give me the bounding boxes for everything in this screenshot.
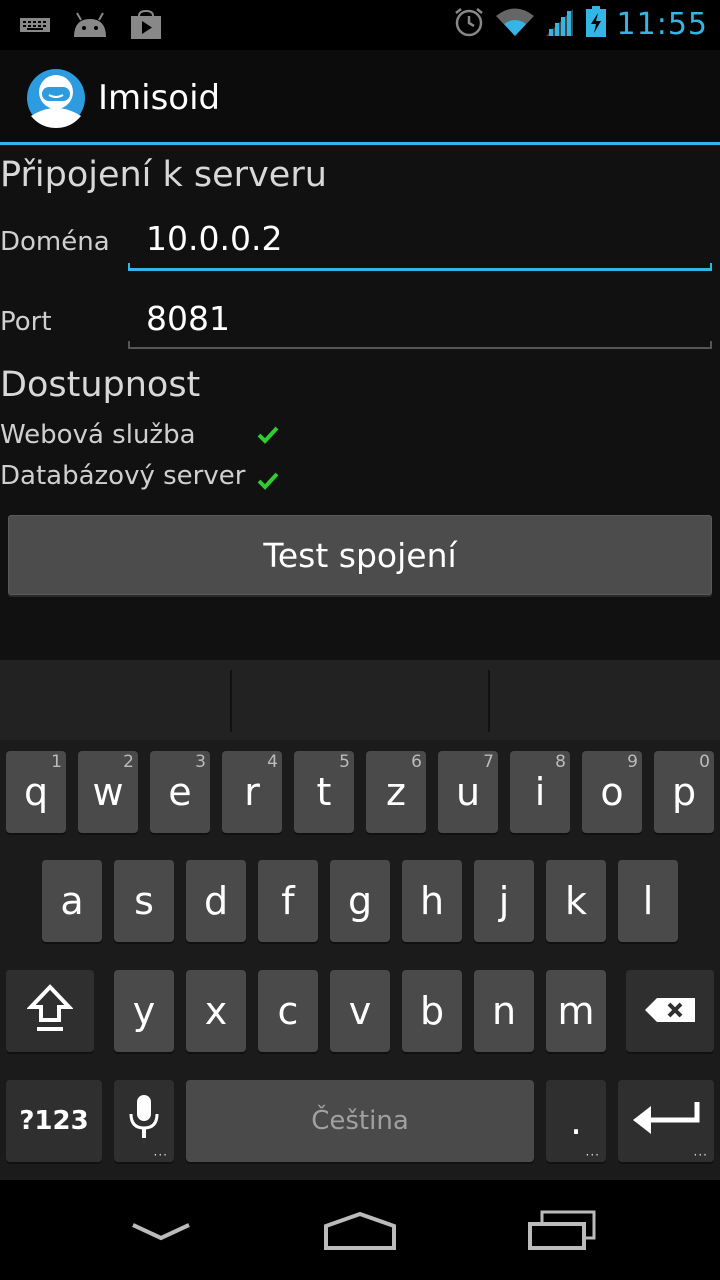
key-b[interactable]: b	[402, 970, 462, 1052]
more-options-icon: ···	[585, 1148, 600, 1162]
space-key-label: Čeština	[311, 1106, 409, 1136]
key-s[interactable]: s	[114, 860, 174, 942]
key-i[interactable]: i8	[510, 751, 570, 833]
microphone-icon	[128, 1094, 160, 1149]
key-t[interactable]: t5	[294, 751, 354, 833]
back-down-icon[interactable]	[130, 1220, 192, 1248]
key-label: q	[23, 770, 49, 814]
key-u[interactable]: u7	[438, 751, 498, 833]
suggestion-divider	[230, 670, 232, 732]
backspace-key[interactable]	[626, 970, 714, 1052]
play-store-icon	[130, 9, 162, 44]
key-e[interactable]: e3	[150, 751, 210, 833]
wifi-icon	[495, 7, 535, 41]
space-key[interactable]: Čeština	[186, 1080, 534, 1162]
key-hint: 3	[195, 752, 206, 772]
key-hint: 4	[267, 752, 278, 772]
test-connection-button[interactable]: Test spojení	[8, 515, 712, 595]
key-r[interactable]: r4	[222, 751, 282, 833]
key-hint: 5	[339, 752, 350, 772]
key-label: e	[168, 770, 192, 814]
key-hint: 9	[627, 752, 638, 772]
database-server-label: Databázový server	[0, 461, 246, 491]
key-w[interactable]: w2	[78, 751, 138, 833]
keyboard-icon	[20, 16, 50, 38]
domain-label: Doména	[0, 227, 110, 257]
user-avatar-icon[interactable]	[26, 68, 86, 128]
key-z[interactable]: z6	[366, 751, 426, 833]
key-hint: 2	[123, 752, 134, 772]
key-label: o	[600, 770, 624, 814]
key-hint: 1	[51, 752, 62, 772]
key-j[interactable]: j	[474, 860, 534, 942]
recent-apps-icon[interactable]	[526, 1208, 598, 1256]
more-options-icon: ···	[693, 1148, 708, 1162]
key-l[interactable]: l	[618, 860, 678, 942]
check-icon	[256, 469, 280, 493]
enter-key[interactable]: ···	[618, 1080, 714, 1162]
key-label: t	[316, 770, 332, 814]
navigation-bar	[0, 1180, 720, 1280]
backspace-icon	[643, 989, 697, 1033]
key-k[interactable]: k	[546, 860, 606, 942]
key-g[interactable]: g	[330, 860, 390, 942]
key-h[interactable]: h	[402, 860, 462, 942]
key-label: i	[534, 770, 546, 814]
web-service-label: Webová služba	[0, 420, 196, 450]
key-label: w	[92, 770, 124, 814]
suggestion-divider	[488, 670, 490, 732]
key-p[interactable]: p0	[654, 751, 714, 833]
key-hint: 7	[483, 752, 494, 772]
domain-field[interactable]: 10.0.0.2	[146, 219, 282, 258]
signal-icon	[545, 7, 575, 41]
key-d[interactable]: d	[186, 860, 246, 942]
key-c[interactable]: c	[258, 970, 318, 1052]
domain-field-underline	[128, 263, 712, 271]
key-y[interactable]: y	[114, 970, 174, 1052]
key-m[interactable]: m	[546, 970, 606, 1052]
period-key[interactable]: . ···	[546, 1080, 606, 1162]
home-icon[interactable]	[322, 1210, 398, 1254]
enter-icon	[631, 1099, 701, 1143]
settings-content: Připojení k serveru Doména 10.0.0.2 Port…	[0, 145, 720, 660]
key-n[interactable]: n	[474, 970, 534, 1052]
key-hint: 6	[411, 752, 422, 772]
symbols-key[interactable]: ?123	[6, 1080, 102, 1162]
app-title: Imisoid	[98, 78, 221, 118]
port-label: Port	[0, 307, 52, 337]
key-hint: 8	[555, 752, 566, 772]
key-label: u	[455, 770, 481, 814]
key-q[interactable]: q1	[6, 751, 66, 833]
period-key-label: .	[569, 1099, 583, 1143]
key-label: z	[386, 770, 406, 814]
voice-input-key[interactable]: ···	[114, 1080, 174, 1162]
key-v[interactable]: v	[330, 970, 390, 1052]
clock: 11:55	[616, 6, 708, 42]
availability-heading: Dostupnost	[0, 365, 201, 405]
suggestion-strip[interactable]	[0, 660, 720, 740]
key-label: r	[244, 770, 260, 814]
shift-key[interactable]	[6, 970, 94, 1052]
alarm-icon	[453, 6, 485, 42]
more-options-icon: ···	[153, 1148, 168, 1162]
key-label: p	[671, 770, 697, 814]
check-icon	[256, 423, 280, 447]
battery-charging-icon	[585, 6, 607, 42]
connection-heading: Připojení k serveru	[0, 155, 327, 195]
action-bar: Imisoid	[0, 50, 720, 144]
port-field[interactable]: 8081	[146, 299, 230, 338]
key-x[interactable]: x	[186, 970, 246, 1052]
status-bar: 11:55	[0, 0, 720, 50]
key-f[interactable]: f	[258, 860, 318, 942]
key-a[interactable]: a	[42, 860, 102, 942]
soft-keyboard: q1 w2 e3 r4 t5 z6 u7 i8 o9 p0 a s d f g …	[0, 660, 720, 1180]
port-field-underline	[128, 341, 712, 349]
android-icon	[72, 11, 108, 43]
key-hint: 0	[699, 752, 710, 772]
key-o[interactable]: o9	[582, 751, 642, 833]
shift-arrow-icon	[26, 982, 74, 1041]
